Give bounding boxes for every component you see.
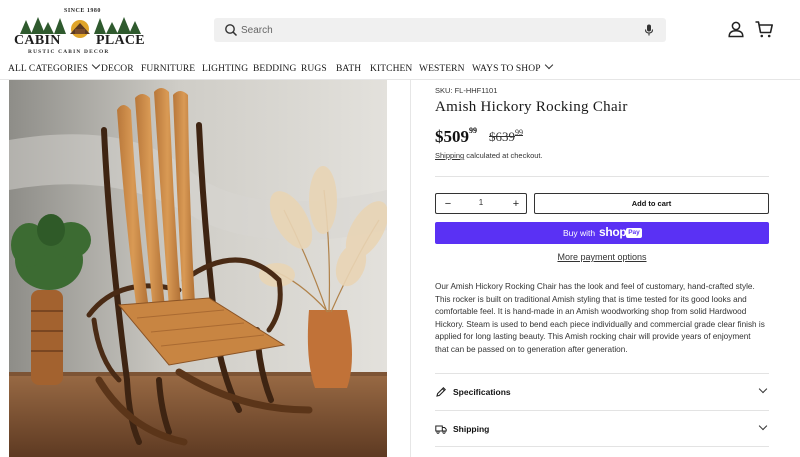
column-divider <box>410 80 411 457</box>
compare-at-price: $63999 <box>489 128 523 145</box>
logo-wordmark: CABIN PLACE <box>14 33 150 49</box>
divider <box>435 446 769 447</box>
shipping-note-text: calculated at checkout. <box>464 151 543 160</box>
search-icon[interactable] <box>224 23 238 37</box>
truck-icon <box>435 425 447 434</box>
add-to-cart-button[interactable]: Add to cart <box>534 193 769 214</box>
chevron-down-icon <box>544 60 553 70</box>
nav-item-western[interactable]: WESTERN <box>419 64 465 74</box>
site-header: SINCE 1980 CABIN PLACE RUSTIC CABIN DECOR <box>0 0 800 60</box>
nav-item-furniture[interactable]: FURNITURE <box>141 64 195 74</box>
logo-word-place: PLACE <box>96 33 145 48</box>
cart-icon[interactable] <box>754 19 774 39</box>
accordion-label: Specifications <box>453 387 511 397</box>
shop-wordmark: shop <box>599 225 627 239</box>
nav-item-rugs[interactable]: RUGS <box>301 64 327 74</box>
nav-item-lighting[interactable]: LIGHTING <box>202 64 248 74</box>
nav-label: WAYS TO SHOP <box>472 64 541 74</box>
chevron-down-icon <box>758 421 768 431</box>
quantity-input[interactable]: 1 <box>466 198 496 207</box>
chevron-down-icon <box>91 60 101 70</box>
product-description: Our Amish Hickory Rocking Chair has the … <box>435 282 765 354</box>
pencil-icon <box>436 387 446 397</box>
nav-item-kitchen[interactable]: KITCHEN <box>370 64 412 74</box>
nav-item-all-categories[interactable]: ALL CATEGORIES <box>8 60 101 74</box>
accordion-specifications[interactable]: Specifications <box>435 383 769 403</box>
compare-cents: 99 <box>515 128 523 137</box>
more-payment-options-link[interactable]: More payment options <box>435 252 769 262</box>
divider <box>435 176 769 177</box>
shipping-note: Shipping calculated at checkout. <box>435 151 543 160</box>
account-icon[interactable] <box>727 20 745 38</box>
accordion-shipping[interactable]: Shipping <box>435 420 769 440</box>
nav-item-bedding[interactable]: BEDDING <box>253 64 296 74</box>
divider <box>435 373 769 374</box>
product-price: $50999 <box>435 126 477 147</box>
nav-item-bath[interactable]: BATH <box>336 64 361 74</box>
main-navigation: ALL CATEGORIES DECOR FURNITURE LIGHTING … <box>0 60 800 80</box>
nav-label: ALL CATEGORIES <box>8 64 88 74</box>
product-title: Amish Hickory Rocking Chair <box>435 99 628 115</box>
chevron-down-icon <box>758 384 768 394</box>
search-input[interactable] <box>241 18 621 42</box>
compare-dollars: $639 <box>489 129 515 144</box>
divider <box>435 410 769 411</box>
shop-pay-button[interactable]: Buy with shop Pay <box>435 222 769 244</box>
quantity-increase-button[interactable]: + <box>510 197 522 211</box>
product-image[interactable] <box>9 80 387 457</box>
price-dollars: $509 <box>435 127 469 146</box>
logo-word-cabin: CABIN <box>14 33 61 48</box>
quantity-stepper: − 1 + <box>435 193 527 214</box>
accordion-label: Shipping <box>453 424 490 434</box>
nav-item-ways-to-shop[interactable]: WAYS TO SHOP <box>472 60 553 74</box>
microphone-icon[interactable] <box>642 23 656 37</box>
cabin-place-logo[interactable]: SINCE 1980 CABIN PLACE RUSTIC CABIN DECOR <box>14 8 150 55</box>
logo-tagline: RUSTIC CABIN DECOR <box>28 49 110 55</box>
price-cents: 99 <box>469 126 477 135</box>
quantity-decrease-button[interactable]: − <box>442 197 454 211</box>
product-sku: SKU: FL-HHF1101 <box>435 86 498 95</box>
search-bar <box>214 18 666 42</box>
nav-item-decor[interactable]: DECOR <box>101 64 134 74</box>
shipping-policy-link[interactable]: Shipping <box>435 151 464 160</box>
pay-badge: Pay <box>626 228 642 238</box>
shop-pay-label: Buy with <box>563 228 596 238</box>
